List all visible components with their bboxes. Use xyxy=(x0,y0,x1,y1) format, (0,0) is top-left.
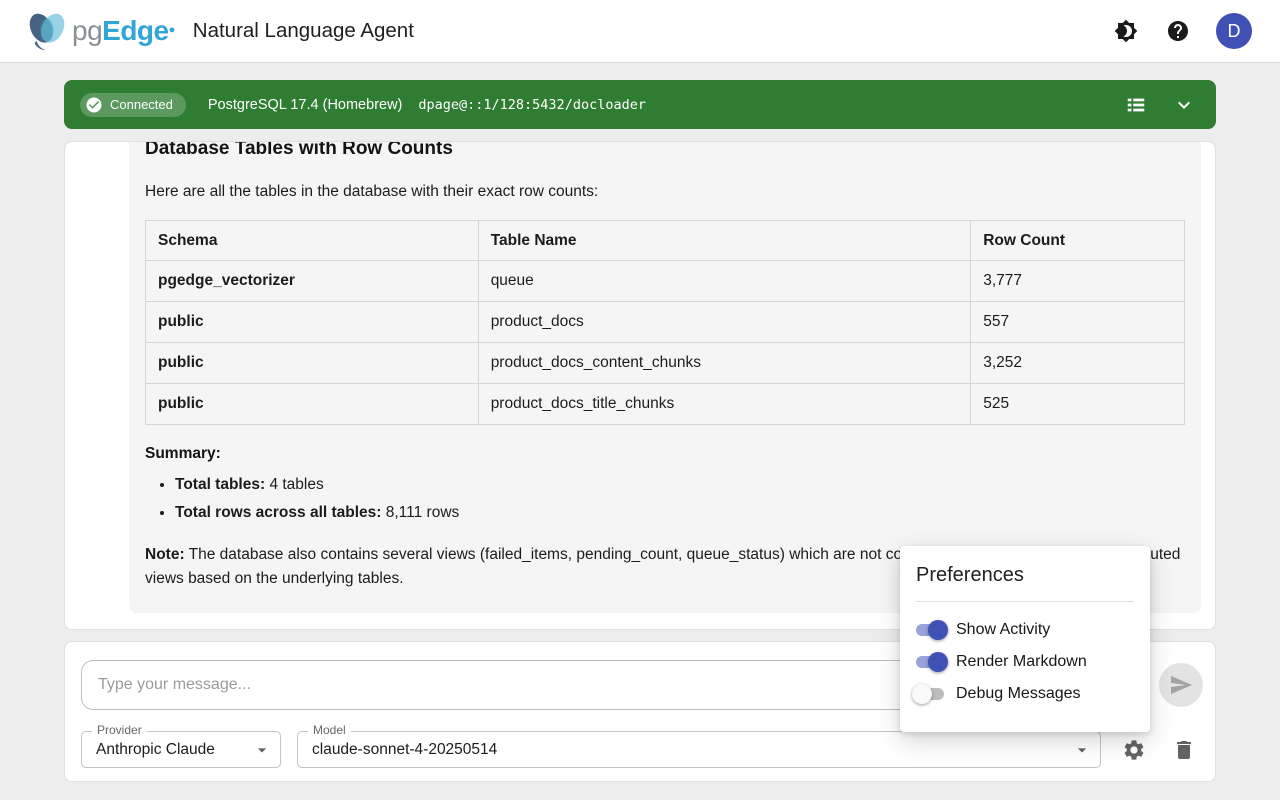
gear-icon xyxy=(1122,738,1146,762)
message-intro: Here are all the tables in the database … xyxy=(145,182,1185,202)
send-icon xyxy=(1169,673,1193,697)
pref-label: Show Activity xyxy=(956,621,1050,639)
model-select-value: claude-sonnet-4-20250514 xyxy=(312,741,497,759)
row-count-cell: 3,252 xyxy=(971,343,1185,384)
schema-cell: pgedge_vectorizer xyxy=(146,261,479,302)
connection-bar: Connected PostgreSQL 17.4 (Homebrew) dpa… xyxy=(64,80,1216,129)
provider-select-label: Provider xyxy=(92,723,147,737)
row-count-cell: 557 xyxy=(971,302,1185,343)
pref-label: Render Markdown xyxy=(956,653,1087,671)
connection-status-badge: Connected xyxy=(80,93,186,117)
schema-cell: public xyxy=(146,302,479,343)
column-header-schema: Schema xyxy=(146,221,479,261)
db-tables-table: Schema Table Name Row Count pgedge_vecto… xyxy=(145,220,1185,425)
summary-list: Total tables: 4 tables Total rows across… xyxy=(145,475,1185,523)
table-row: public product_docs_title_chunks 525 xyxy=(146,384,1185,425)
model-select-label: Model xyxy=(308,723,351,737)
pref-label: Debug Messages xyxy=(956,685,1081,703)
check-circle-icon xyxy=(85,96,103,114)
table-row: public product_docs 557 xyxy=(146,302,1185,343)
chevron-down-icon xyxy=(1172,93,1196,117)
message-heading: Database Tables with Row Counts xyxy=(145,141,1185,160)
server-version-label: PostgreSQL 17.4 (Homebrew) xyxy=(208,97,403,113)
table-name-cell: product_docs_title_chunks xyxy=(478,384,971,425)
dropdown-arrow-icon xyxy=(252,740,272,765)
pref-row-render-markdown[interactable]: Render Markdown xyxy=(900,646,1150,678)
table-name-cell: product_docs_content_chunks xyxy=(478,343,971,384)
app-header: pgEdge● Natural Language Agent D xyxy=(0,0,1280,63)
help-icon xyxy=(1166,19,1190,43)
dark-mode-icon xyxy=(1114,19,1138,43)
table-list-icon xyxy=(1125,94,1147,116)
provider-select-value: Anthropic Claude xyxy=(96,741,215,759)
connection-string: dpage@::1/128:5432/docloader xyxy=(418,97,646,113)
user-avatar[interactable]: D xyxy=(1216,13,1252,49)
table-row: public product_docs_content_chunks 3,252 xyxy=(146,343,1185,384)
schema-cell: public xyxy=(146,384,479,425)
pref-row-show-activity[interactable]: Show Activity xyxy=(900,614,1150,646)
preferences-popup: Preferences Show Activity Render Markdow… xyxy=(900,546,1150,732)
pref-row-debug-messages[interactable]: Debug Messages xyxy=(900,678,1150,710)
settings-button[interactable] xyxy=(1122,738,1146,762)
table-name-cell: queue xyxy=(478,261,971,302)
column-header-table-name: Table Name xyxy=(478,221,971,261)
help-button[interactable] xyxy=(1164,17,1192,45)
preferences-title: Preferences xyxy=(900,564,1150,587)
render-markdown-toggle[interactable] xyxy=(912,652,948,672)
table-header-row: Schema Table Name Row Count xyxy=(146,221,1185,261)
connection-status-label: Connected xyxy=(110,97,173,112)
summary-item: Total rows across all tables: 8,111 rows xyxy=(175,503,1185,523)
page-title: Natural Language Agent xyxy=(193,19,414,43)
summary-heading: Summary: xyxy=(145,445,1185,463)
clear-chat-button[interactable] xyxy=(1172,738,1196,762)
preferences-divider xyxy=(916,601,1134,602)
trash-icon xyxy=(1172,738,1196,762)
connection-expand-button[interactable] xyxy=(1170,91,1198,119)
dropdown-arrow-icon xyxy=(1072,740,1092,765)
table-name-cell: product_docs xyxy=(478,302,971,343)
row-count-cell: 3,777 xyxy=(971,261,1185,302)
table-list-button[interactable] xyxy=(1122,91,1150,119)
row-count-cell: 525 xyxy=(971,384,1185,425)
pgedge-heart-icon xyxy=(24,10,70,52)
send-button[interactable] xyxy=(1159,663,1203,707)
model-select[interactable]: Model claude-sonnet-4-20250514 xyxy=(297,731,1101,768)
table-row: pgedge_vectorizer queue 3,777 xyxy=(146,261,1185,302)
theme-toggle-button[interactable] xyxy=(1112,17,1140,45)
assistant-message-bubble: Database Tables with Row Counts Here are… xyxy=(129,141,1201,613)
pgedge-logo: pgEdge● xyxy=(24,10,175,52)
show-activity-toggle[interactable] xyxy=(912,620,948,640)
schema-cell: public xyxy=(146,343,479,384)
provider-select[interactable]: Provider Anthropic Claude xyxy=(81,731,281,768)
debug-messages-toggle[interactable] xyxy=(912,684,948,704)
pgedge-logo-text: pgEdge● xyxy=(72,15,175,47)
column-header-row-count: Row Count xyxy=(971,221,1185,261)
summary-item: Total tables: 4 tables xyxy=(175,475,1185,495)
